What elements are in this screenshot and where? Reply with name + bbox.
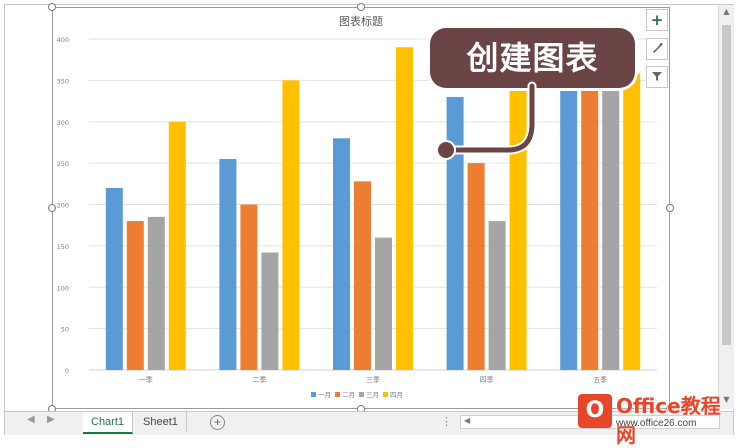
bar-2-3 [354, 181, 371, 370]
bar-2-1 [126, 221, 144, 370]
x-tick-label: 二季 [252, 375, 266, 384]
vertical-scrollbar[interactable]: ▲ ▼ [718, 5, 734, 409]
chart-title: 图表标题 [339, 14, 383, 28]
resize-handle-left-middle[interactable] [48, 204, 56, 212]
legend-swatch [311, 392, 316, 397]
y-tick-label: 350 [57, 77, 69, 85]
legend-swatch [359, 392, 364, 397]
y-tick-label: 150 [57, 243, 69, 251]
bar-2-2 [240, 204, 258, 370]
bar-2-5 [581, 72, 599, 370]
bar-4-5 [623, 73, 641, 370]
vertical-scroll-thumb[interactable] [722, 25, 731, 345]
bar-4-1 [168, 121, 186, 370]
y-tick-label: 100 [57, 284, 69, 292]
scroll-left-arrow-icon[interactable]: ◀ [464, 416, 470, 425]
resize-handle-right-middle[interactable] [666, 204, 674, 212]
tab-sheet1-label: Sheet1 [143, 416, 178, 428]
scroll-up-arrow-icon[interactable]: ▲ [719, 5, 734, 19]
watermark-url: www.office26.com [616, 418, 697, 429]
y-tick-label: 200 [57, 202, 69, 210]
bar-1-3 [333, 138, 350, 370]
tab-chart1[interactable]: Chart1 [83, 412, 134, 434]
next-sheet-arrow-icon[interactable]: ▶ [47, 414, 55, 425]
callout-label: 创建图表 [430, 28, 635, 88]
y-tick-label: 400 [57, 36, 69, 44]
resize-handle-top-center[interactable] [357, 3, 365, 11]
y-tick-label: 0 [65, 367, 69, 375]
bar-3-5 [602, 84, 620, 370]
bar-1-1 [105, 187, 123, 370]
add-sheet-icon[interactable]: + [210, 415, 225, 430]
x-tick-label: 五季 [593, 375, 607, 384]
bar-3-2 [261, 252, 279, 370]
resize-handle-top-left[interactable] [48, 3, 56, 11]
x-tick-label: 一季 [139, 375, 153, 384]
x-tick-label: 三季 [366, 375, 380, 384]
bar-2-4 [467, 163, 485, 370]
bar-4-2 [282, 80, 300, 370]
y-tick-label: 50 [61, 326, 69, 334]
chart-styles-button[interactable] [646, 38, 668, 60]
prev-sheet-arrow-icon[interactable]: ◀ [27, 414, 35, 425]
tab-chart1-label: Chart1 [91, 416, 125, 428]
y-tick-label: 300 [57, 119, 69, 127]
legend-swatch [383, 392, 388, 397]
bar-3-1 [147, 216, 165, 370]
legend-label: 三月 [366, 391, 379, 399]
chart-filter-icon [651, 68, 663, 86]
x-tick-label: 四季 [480, 375, 494, 384]
site-watermark: O Office教程网 www.office26.com [578, 388, 736, 447]
add-chart-element-button[interactable]: + [646, 9, 668, 31]
bar-3-4 [488, 221, 506, 370]
tab-sheet1[interactable]: Sheet1 [135, 412, 187, 432]
legend-label: 四月 [390, 391, 403, 399]
chart-styles-brush-icon [651, 40, 663, 58]
tab-split-handle-icon[interactable]: ⋮ [441, 415, 452, 428]
legend-label: 二月 [342, 391, 355, 399]
bar-1-2 [219, 158, 237, 370]
callout-pointer [436, 81, 537, 160]
bar-4-3 [396, 47, 413, 371]
y-tick-label: 250 [57, 160, 69, 168]
chart-filter-button[interactable] [646, 66, 668, 88]
add-chart-element-icon: + [650, 11, 664, 29]
bar-1-5 [560, 63, 578, 370]
legend-label: 一月 [318, 391, 331, 399]
legend-swatch [335, 392, 340, 397]
office-logo-icon: O [578, 394, 612, 428]
bar-3-3 [375, 237, 392, 370]
